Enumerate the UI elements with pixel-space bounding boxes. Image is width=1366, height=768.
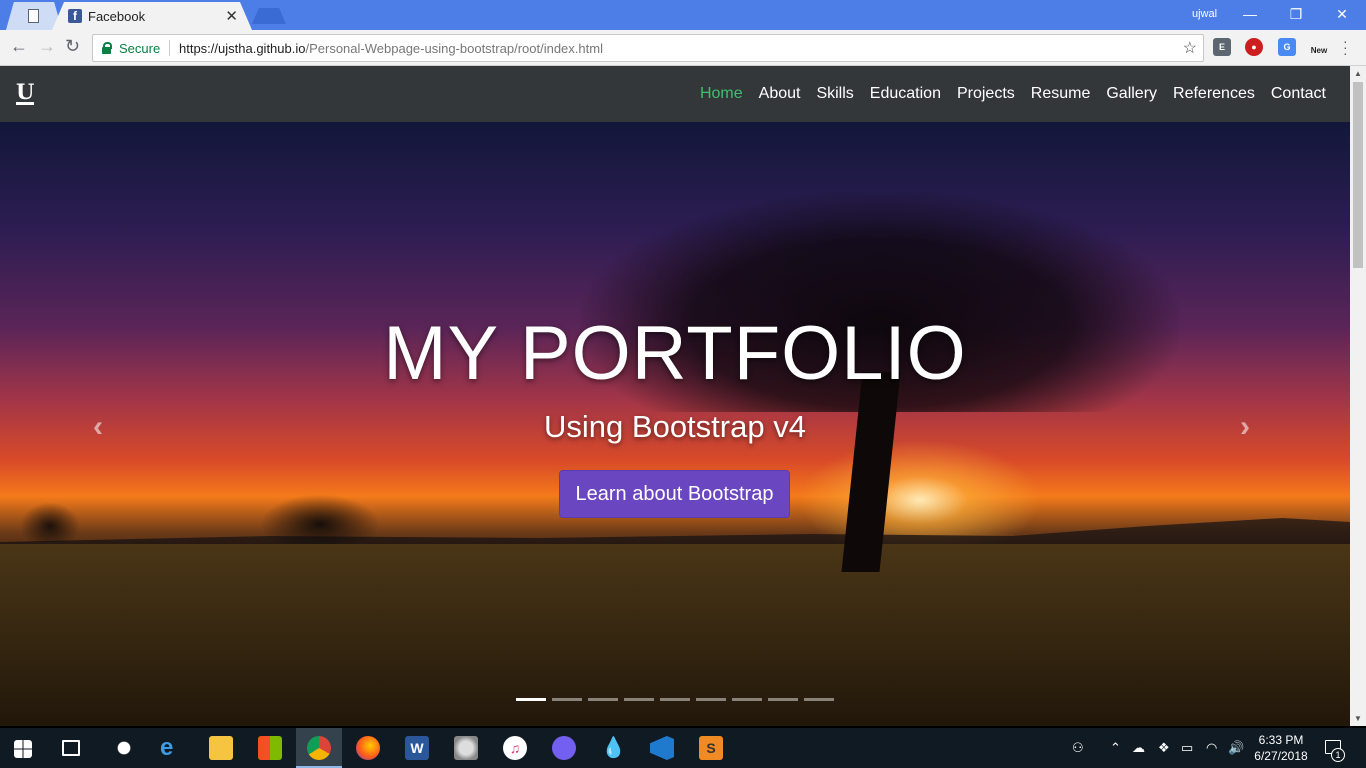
url-text[interactable]: https://ujstha.github.io/Personal-Webpag… [179,41,603,56]
vscode-icon[interactable] [650,736,674,760]
nav-about[interactable]: About [759,85,801,103]
gimp-icon[interactable] [454,736,478,760]
clock-date: 6/27/2018 [1254,749,1308,763]
droplet-app-icon[interactable]: 💧 [601,736,626,760]
chrome-icon[interactable] [307,736,331,760]
site-nav: Home About Skills Education Projects Res… [684,66,1326,122]
minimize-button[interactable]: — [1230,4,1270,26]
nav-references[interactable]: References [1173,85,1255,103]
battery-icon[interactable]: ▭ [1181,740,1193,756]
wifi-icon[interactable]: ◠ [1206,740,1217,756]
url-host: https://ujstha.github.io [179,41,306,56]
clock-time: 6:33 PM [1258,733,1304,747]
hero-carousel: MY PORTFOLIO Using Bootstrap v4 Learn ab… [0,122,1350,726]
onedrive-icon[interactable]: ☁ [1132,740,1145,756]
nav-gallery[interactable]: Gallery [1106,85,1157,103]
viber-icon[interactable] [552,736,576,760]
scroll-thumb[interactable] [1353,82,1363,268]
address-bar[interactable]: Secure https://ujstha.github.io/Personal… [92,34,1204,62]
adblock-extension-icon[interactable]: ● [1245,38,1263,56]
web-page: U Home About Skills Education Projects R… [0,66,1350,726]
carousel-prev-icon[interactable]: ‹ [93,410,103,444]
system-clock[interactable]: 6:33 PM 6/27/2018 [1252,732,1310,764]
translate-extension-icon[interactable]: G [1278,38,1296,56]
nav-resume[interactable]: Resume [1031,85,1091,103]
evernote-extension-icon[interactable]: E [1213,38,1231,56]
bush-silhouette [20,502,80,542]
word-icon[interactable]: W [405,736,429,760]
browser-toolbar: ← → ↻ Secure https://ujstha.github.io/Pe… [0,30,1366,66]
learn-bootstrap-button[interactable]: Learn about Bootstrap [559,470,790,518]
carousel-indicator[interactable] [732,698,762,701]
show-hidden-icons-icon[interactable]: ⌃ [1110,740,1121,756]
task-view-icon[interactable] [62,740,80,756]
url-path: /Personal-Webpage-using-bootstrap/root/i… [305,41,603,56]
carousel-indicator[interactable] [588,698,618,701]
new-extension-icon[interactable]: New [1308,36,1330,55]
back-arrow-icon[interactable]: ← [10,36,28,57]
browser-titlebar: f Facebook ✕ ujwal — ❐ ✕ [0,0,1366,30]
tab-facebook[interactable]: f Facebook ✕ [52,2,252,30]
carousel-indicator[interactable] [696,698,726,701]
facebook-icon: f [68,9,82,23]
dropbox-icon[interactable]: ❖ [1158,740,1170,756]
nav-contact[interactable]: Contact [1271,85,1326,103]
windows-taskbar: e W ♫ 💧 S ⚇ ⌃ ☁ ❖ ▭ ◠ 🔊 6:33 PM 6/27/201… [0,728,1366,768]
carousel-indicator[interactable] [768,698,798,701]
site-logo[interactable]: U [16,81,34,105]
divider [169,40,170,56]
nav-education[interactable]: Education [870,85,941,103]
browser-menu-icon[interactable]: · · · [1343,34,1348,60]
hero-title: MY PORTFOLIO [383,311,967,396]
nav-skills[interactable]: Skills [816,85,853,103]
file-explorer-icon[interactable] [209,736,233,760]
carousel-indicator[interactable] [516,698,546,701]
firefox-icon[interactable] [356,736,380,760]
lock-icon [102,42,112,54]
bookmark-star-icon[interactable]: ☆ [1183,38,1197,58]
secure-label: Secure [119,41,161,56]
volume-icon[interactable]: 🔊 [1228,740,1244,756]
profile-name[interactable]: ujwal [1192,8,1217,20]
scroll-up-icon[interactable]: ▲ [1354,69,1362,78]
tab-close-icon[interactable]: ✕ [225,7,238,25]
tab-title: Facebook [88,9,146,24]
start-windows-icon[interactable] [14,740,32,758]
carousel-indicator[interactable] [552,698,582,701]
people-icon[interactable]: ⚇ [1072,740,1084,756]
weather-icon[interactable] [112,736,136,760]
carousel-next-icon[interactable]: › [1240,410,1250,444]
carousel-indicator[interactable] [804,698,834,701]
forward-arrow-icon[interactable]: → [38,36,56,57]
carousel-indicator[interactable] [660,698,690,701]
close-window-button[interactable]: ✕ [1322,4,1362,26]
bush-silhouette [260,494,380,544]
sublime-text-icon[interactable]: S [699,736,723,760]
itunes-icon[interactable]: ♫ [503,736,527,760]
internet-explorer-icon[interactable]: e [160,736,184,760]
reload-icon[interactable]: ↻ [65,36,80,57]
store-icon[interactable] [258,736,282,760]
new-tab-button[interactable] [252,8,286,24]
tab-blank[interactable] [6,2,62,30]
page-scrollbar[interactable]: ▲ ▼ [1350,66,1366,726]
carousel-indicator[interactable] [624,698,654,701]
nav-projects[interactable]: Projects [957,85,1015,103]
scroll-down-icon[interactable]: ▼ [1354,714,1362,723]
new-badge: New [1310,46,1328,55]
hero-subtitle: Using Bootstrap v4 [544,409,806,444]
nav-home[interactable]: Home [700,85,743,103]
notification-badge: 1 [1331,748,1345,762]
site-navbar: U Home About Skills Education Projects R… [0,66,1350,122]
restore-button[interactable]: ❐ [1276,4,1316,26]
document-icon [28,9,39,23]
carousel-indicators [516,698,840,701]
